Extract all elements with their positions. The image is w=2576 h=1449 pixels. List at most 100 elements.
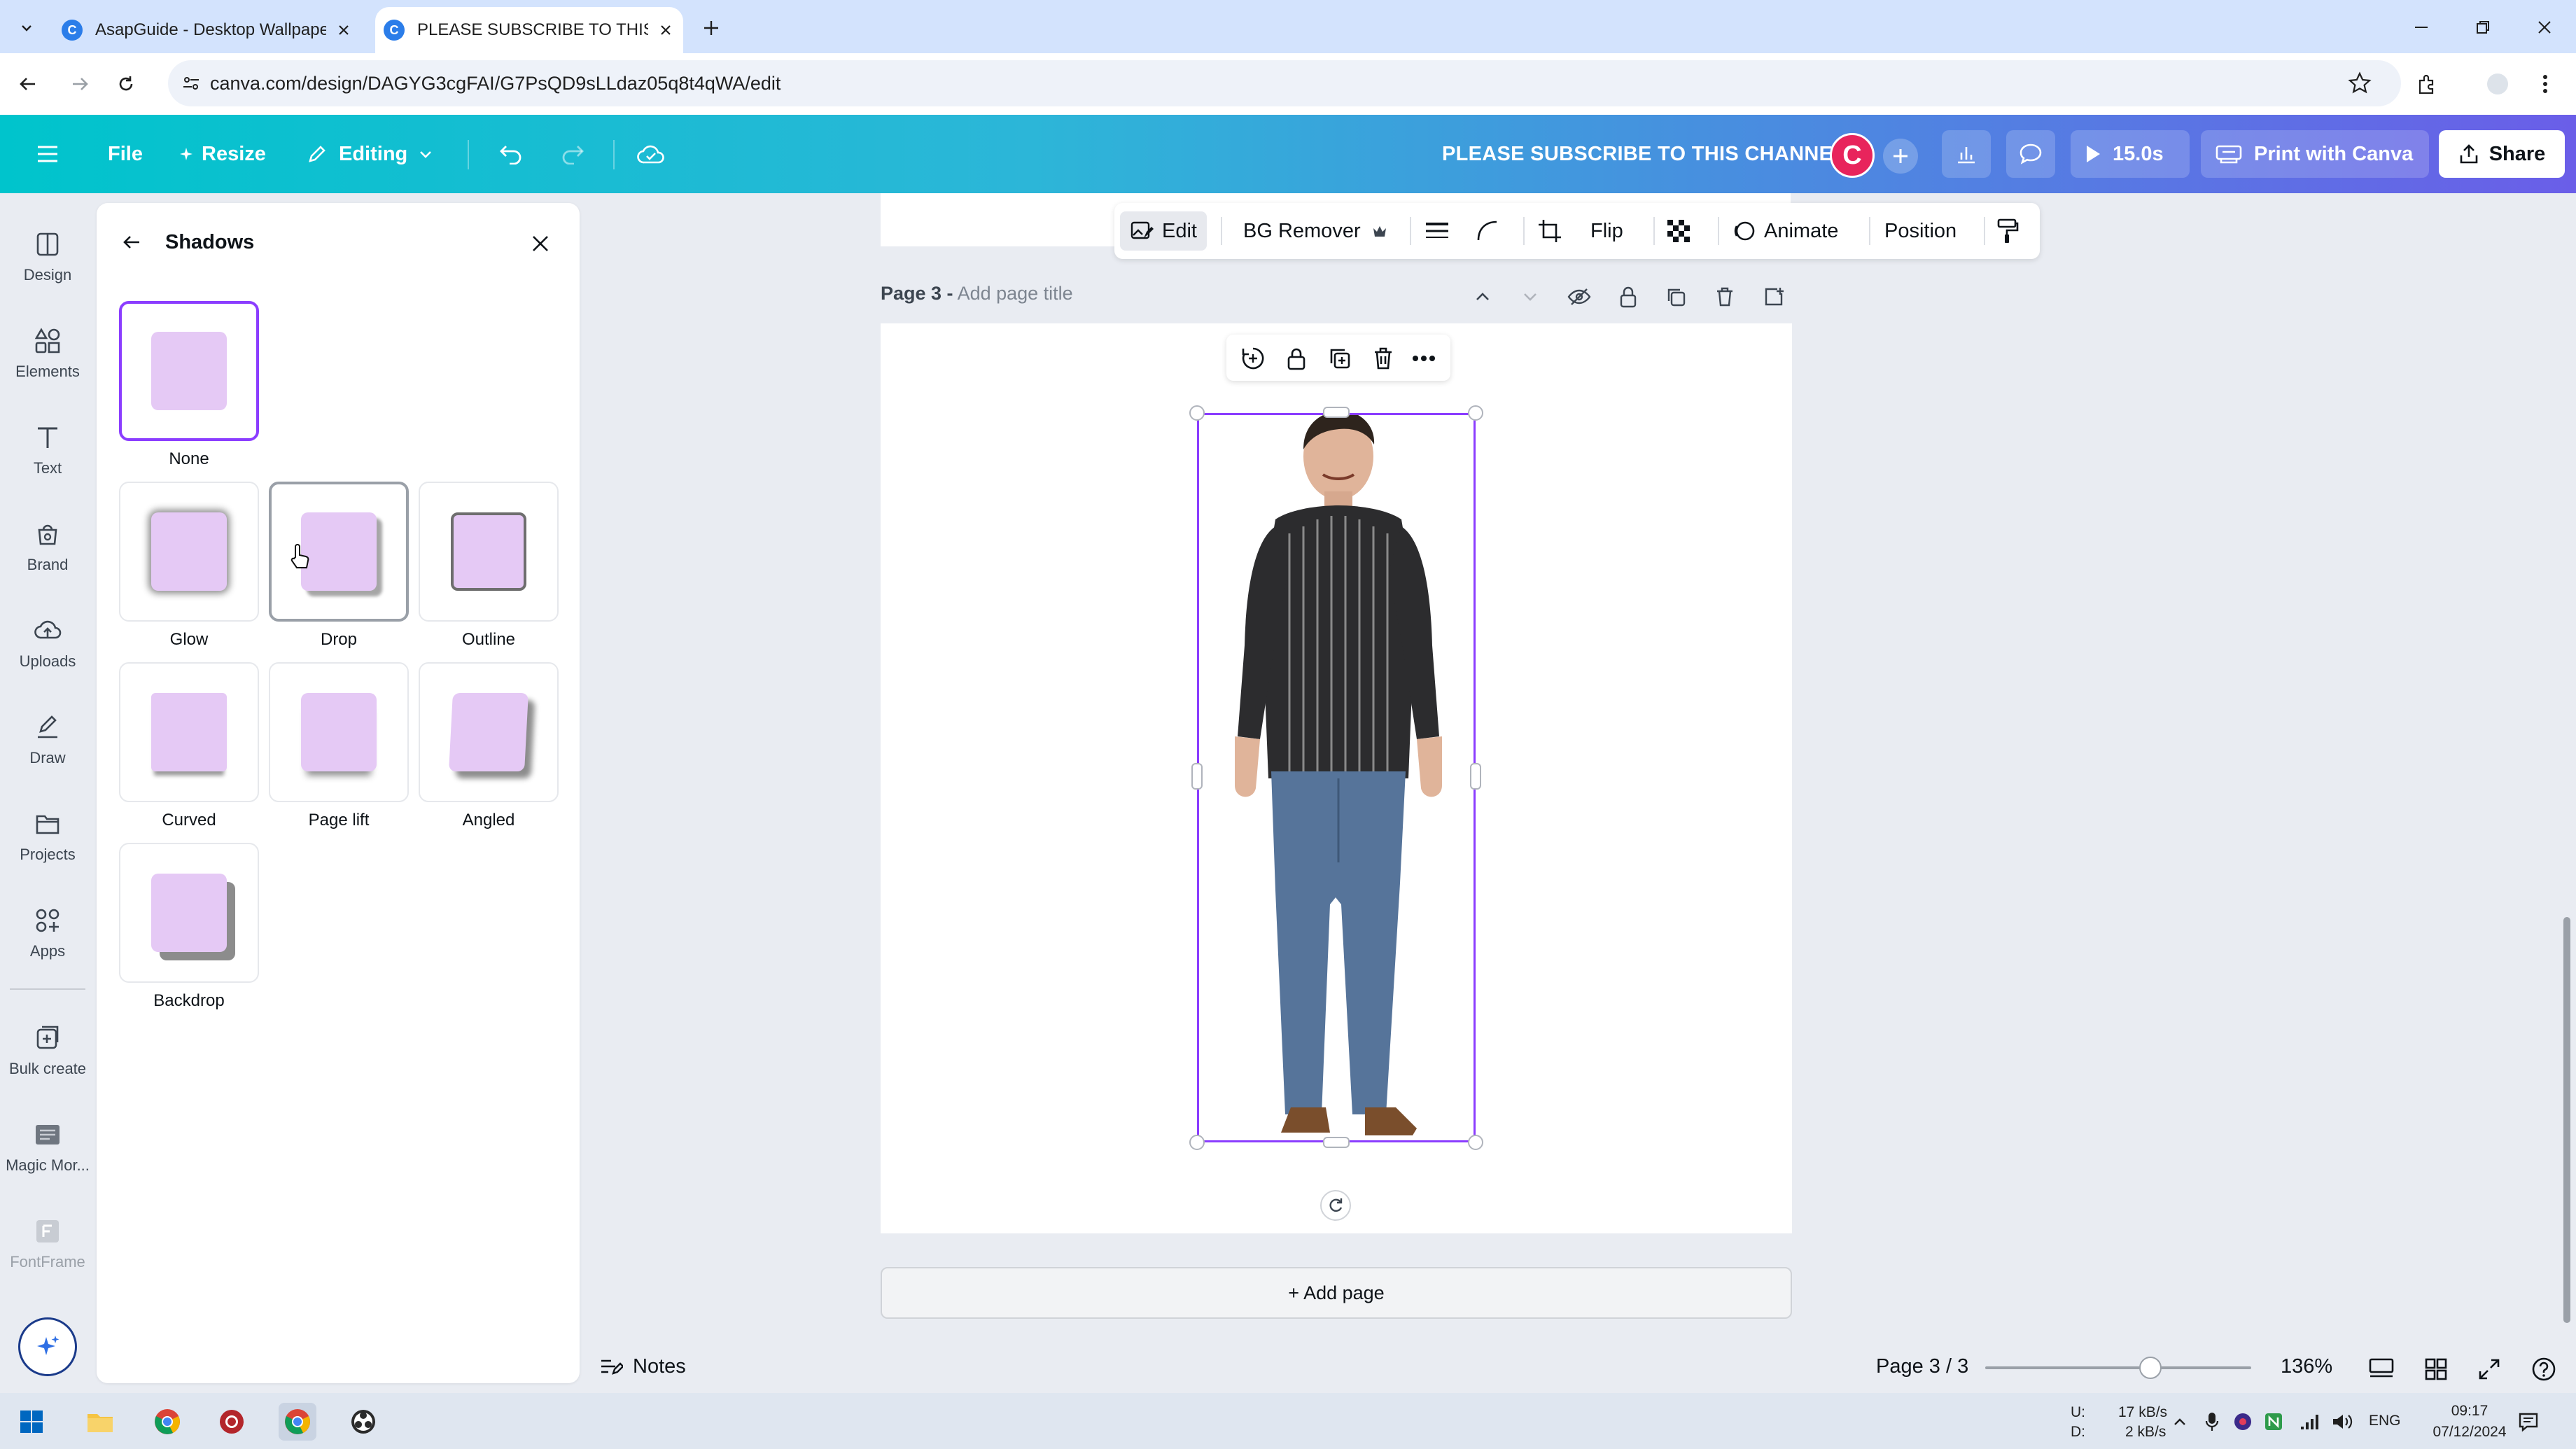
close-tab-icon[interactable] [655, 20, 676, 41]
rail-item-bulk-create[interactable]: Bulk create [0, 1009, 95, 1093]
resize-handle-top-left[interactable] [1189, 405, 1205, 421]
transparency-icon[interactable] [1666, 211, 1691, 251]
resize-handle-bottom-right[interactable] [1468, 1135, 1483, 1150]
profile-icon[interactable] [2482, 69, 2513, 99]
windows-start-icon[interactable] [13, 1403, 50, 1441]
flip-button[interactable]: Flip [1590, 211, 1623, 251]
browser-tab-active[interactable]: C PLEASE SUBSCRIBE TO THIS CH [375, 7, 683, 53]
redo-icon[interactable] [554, 136, 591, 172]
rotate-icon[interactable] [1320, 1190, 1351, 1221]
shadow-preview-card[interactable] [419, 482, 559, 622]
chrome-icon[interactable] [148, 1403, 186, 1441]
rail-item-design[interactable]: Design [0, 216, 95, 300]
rail-item-uploads[interactable]: Uploads [0, 602, 95, 686]
shadow-option-outline[interactable]: Outline [419, 482, 559, 650]
shadow-preview-card[interactable] [119, 482, 259, 622]
hide-page-icon[interactable] [1565, 283, 1593, 311]
clock-date[interactable]: 07/12/2024 [2423, 1424, 2516, 1441]
shadow-preview-card[interactable] [419, 662, 559, 802]
grid-view-icon[interactable] [2421, 1354, 2451, 1385]
notification-center-icon[interactable] [2514, 1403, 2542, 1441]
tray-green-app-icon[interactable] [2260, 1403, 2288, 1441]
invite-plus-icon[interactable] [1883, 139, 1918, 174]
notes-button[interactable]: Notes [599, 1355, 686, 1378]
back-icon[interactable] [13, 69, 43, 99]
undo-icon[interactable] [493, 136, 529, 172]
shadow-preview-card[interactable] [119, 662, 259, 802]
zoom-slider[interactable] [1985, 1366, 2251, 1369]
animate-button[interactable]: Animate [1732, 211, 1838, 251]
resize-handle-bottom[interactable] [1323, 1137, 1350, 1148]
close-window-icon[interactable] [2528, 11, 2561, 43]
selection-box[interactable] [1197, 413, 1476, 1142]
crop-icon[interactable] [1537, 211, 1562, 251]
page-view-icon[interactable] [2366, 1354, 2397, 1385]
shadow-option-none[interactable]: None [119, 301, 259, 469]
shadow-option-page-lift[interactable]: Page lift [269, 662, 409, 830]
page-indicator[interactable]: Page 3 / 3 [1876, 1355, 1968, 1378]
zoom-level[interactable]: 136% [2281, 1355, 2332, 1378]
zoom-slider-thumb[interactable] [2138, 1357, 2162, 1379]
rail-item-text[interactable]: Text [0, 409, 95, 493]
rail-item-apps[interactable]: Apps [0, 892, 95, 976]
lock-page-icon[interactable] [1614, 283, 1642, 311]
rail-item-draw[interactable]: Draw [0, 699, 95, 783]
shadow-option-curved[interactable]: Curved [119, 662, 259, 830]
delete-page-icon[interactable] [1711, 283, 1739, 311]
rail-item-magic-morph[interactable]: Magic Mor... [0, 1106, 95, 1190]
close-icon[interactable] [525, 228, 556, 259]
rail-item-elements[interactable]: Elements [0, 312, 95, 396]
resize-handle-right[interactable] [1470, 763, 1481, 790]
browser-tab[interactable]: C AsapGuide - Desktop Wallpape [62, 7, 370, 53]
magic-assistant-sparkle-icon[interactable] [18, 1317, 77, 1376]
shadow-option-angled[interactable]: Angled [419, 662, 559, 830]
present-play-button[interactable]: 15.0s [2071, 130, 2190, 178]
rail-item-brand[interactable]: Brand [0, 505, 95, 589]
resize-handle-bottom-left[interactable] [1189, 1135, 1205, 1150]
insights-chart-icon[interactable] [1942, 130, 1991, 178]
reload-icon[interactable] [111, 69, 141, 99]
shadow-preview-card[interactable] [119, 843, 259, 983]
close-tab-icon[interactable] [333, 20, 354, 41]
browser-menu-icon[interactable] [2530, 69, 2561, 99]
move-page-up-icon[interactable] [1469, 283, 1497, 311]
language-indicator[interactable]: ENG [2369, 1413, 2401, 1429]
obs-icon[interactable] [344, 1403, 382, 1441]
shadow-option-drop[interactable]: Drop [269, 482, 409, 650]
more-options-icon[interactable] [1410, 344, 1438, 372]
editing-mode-button[interactable]: Editing [307, 134, 434, 174]
volume-icon[interactable] [2328, 1403, 2356, 1441]
resize-handle-left[interactable] [1191, 763, 1203, 790]
delete-element-icon[interactable] [1369, 344, 1397, 372]
avatar[interactable]: C [1830, 133, 1875, 178]
tray-app-icon[interactable] [2229, 1403, 2257, 1441]
extensions-icon[interactable] [2411, 69, 2442, 99]
clock-time[interactable]: 09:17 [2435, 1403, 2505, 1420]
page-title-row[interactable]: Page 3 - Add page title [881, 283, 1073, 304]
shadow-preview-card[interactable] [269, 662, 409, 802]
resize-button[interactable]: Resize [179, 134, 266, 174]
rail-item-projects[interactable]: Projects [0, 795, 95, 879]
minimize-icon[interactable] [2405, 11, 2437, 43]
shadow-preview-card[interactable] [269, 482, 409, 622]
comment-refresh-icon[interactable] [1239, 344, 1267, 372]
shadow-option-backdrop[interactable]: Backdrop [119, 843, 259, 1011]
position-button[interactable]: Position [1884, 211, 1956, 251]
corner-rounding-icon[interactable] [1476, 211, 1499, 251]
canvas-scrollbar[interactable] [2563, 917, 2570, 1323]
restore-icon[interactable] [2467, 11, 2499, 43]
back-arrow-icon[interactable] [118, 228, 146, 256]
tab-search-icon[interactable] [13, 14, 41, 42]
duplicate-element-icon[interactable] [1326, 344, 1354, 372]
bg-remover-button[interactable]: BG Remover [1243, 211, 1387, 251]
wifi-icon[interactable] [2296, 1403, 2324, 1441]
cloud-saved-icon[interactable] [633, 136, 669, 172]
forward-icon[interactable] [64, 69, 95, 99]
move-page-down-icon[interactable] [1516, 283, 1544, 311]
share-button[interactable]: Share [2439, 130, 2565, 178]
bookmark-star-icon[interactable] [2348, 71, 2372, 95]
fullscreen-icon[interactable] [2474, 1354, 2505, 1385]
file-explorer-icon[interactable] [81, 1403, 119, 1441]
screen-recorder-icon[interactable] [213, 1403, 251, 1441]
resize-handle-top[interactable] [1323, 407, 1350, 418]
